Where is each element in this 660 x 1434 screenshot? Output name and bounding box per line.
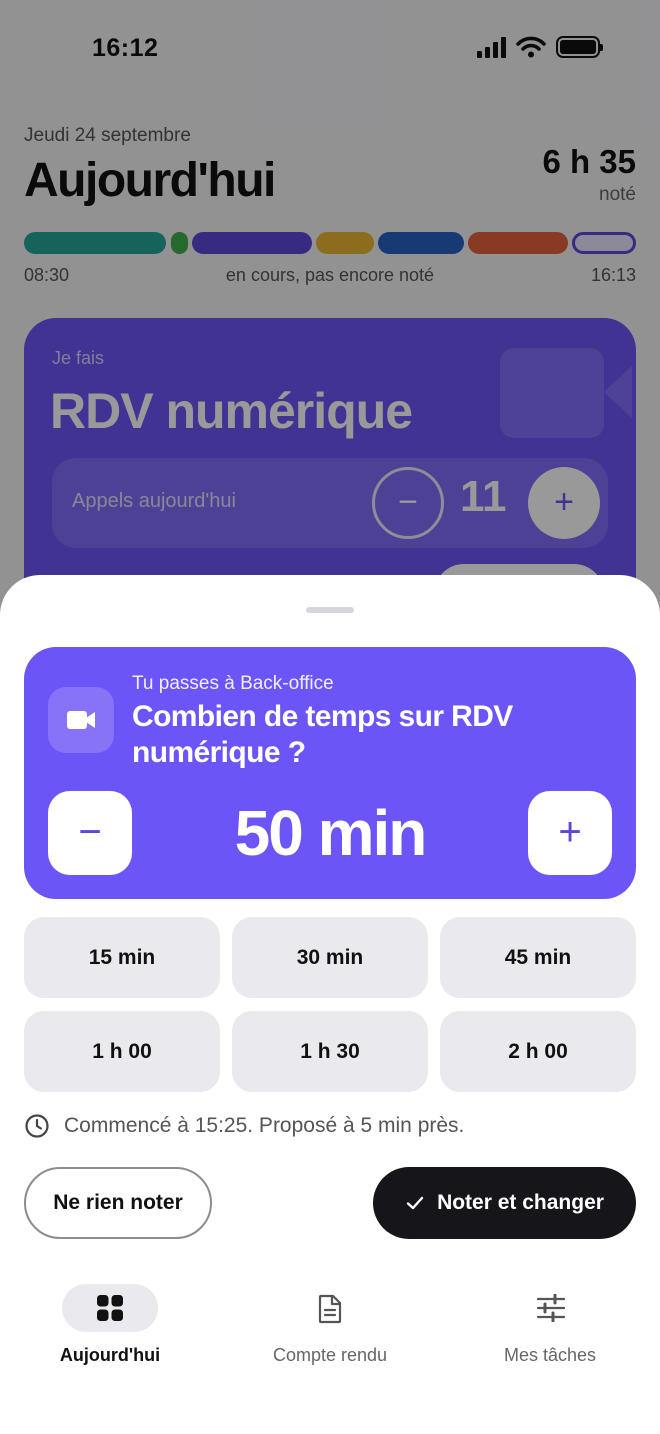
- plus-icon: +: [558, 810, 582, 854]
- skip-button[interactable]: Ne rien noter: [24, 1167, 212, 1239]
- nav-tasks[interactable]: Mes tâches: [450, 1281, 650, 1381]
- nav-report[interactable]: Compte rendu: [230, 1281, 430, 1381]
- clock-icon: [25, 1114, 49, 1138]
- document-icon: [282, 1284, 378, 1332]
- started-info: Commencé à 15:25. Proposé à 5 min près.: [24, 1113, 464, 1139]
- confirm-switch-label: Noter et changer: [437, 1191, 604, 1214]
- duration-decrement-button[interactable]: −: [48, 791, 132, 875]
- duration-bottom-sheet: Tu passes à Back-office Combien de temps…: [0, 575, 660, 1434]
- grid-icon: [62, 1284, 158, 1332]
- started-info-text: Commencé à 15:25. Proposé à 5 min près.: [64, 1114, 465, 1137]
- preset-2h00[interactable]: 2 h 00: [440, 1011, 636, 1092]
- nav-tasks-label: Mes tâches: [503, 1345, 597, 1365]
- duration-presets: 15 min 30 min 45 min 1 h 00 1 h 30 2 h 0…: [24, 917, 636, 1092]
- duration-increment-button[interactable]: +: [528, 791, 612, 875]
- video-camera-icon: [48, 687, 114, 753]
- switch-to-label: Tu passes à Back-office: [132, 673, 334, 694]
- confirm-switch-button[interactable]: Noter et changer: [373, 1167, 636, 1239]
- duration-value: 50 min: [234, 797, 428, 869]
- bottom-navigation: Aujourd'hui Compte rendu Mes tâches: [0, 1281, 660, 1391]
- sheet-grabber[interactable]: [306, 607, 354, 613]
- preset-15-min[interactable]: 15 min: [24, 917, 220, 998]
- duration-prompt-card: Tu passes à Back-office Combien de temps…: [24, 647, 636, 899]
- minus-icon: −: [78, 810, 102, 854]
- duration-question: Combien de temps sur RDV numérique ?: [132, 700, 513, 769]
- sliders-icon: [502, 1284, 598, 1332]
- preset-45-min[interactable]: 45 min: [440, 917, 636, 998]
- nav-today[interactable]: Aujourd'hui: [10, 1281, 210, 1381]
- nav-report-label: Compte rendu: [272, 1345, 388, 1365]
- preset-1h30[interactable]: 1 h 30: [232, 1011, 428, 1092]
- preset-1h00[interactable]: 1 h 00: [24, 1011, 220, 1092]
- nav-today-label: Aujourd'hui: [59, 1345, 161, 1365]
- preset-30-min[interactable]: 30 min: [232, 917, 428, 998]
- check-icon: [406, 1196, 424, 1210]
